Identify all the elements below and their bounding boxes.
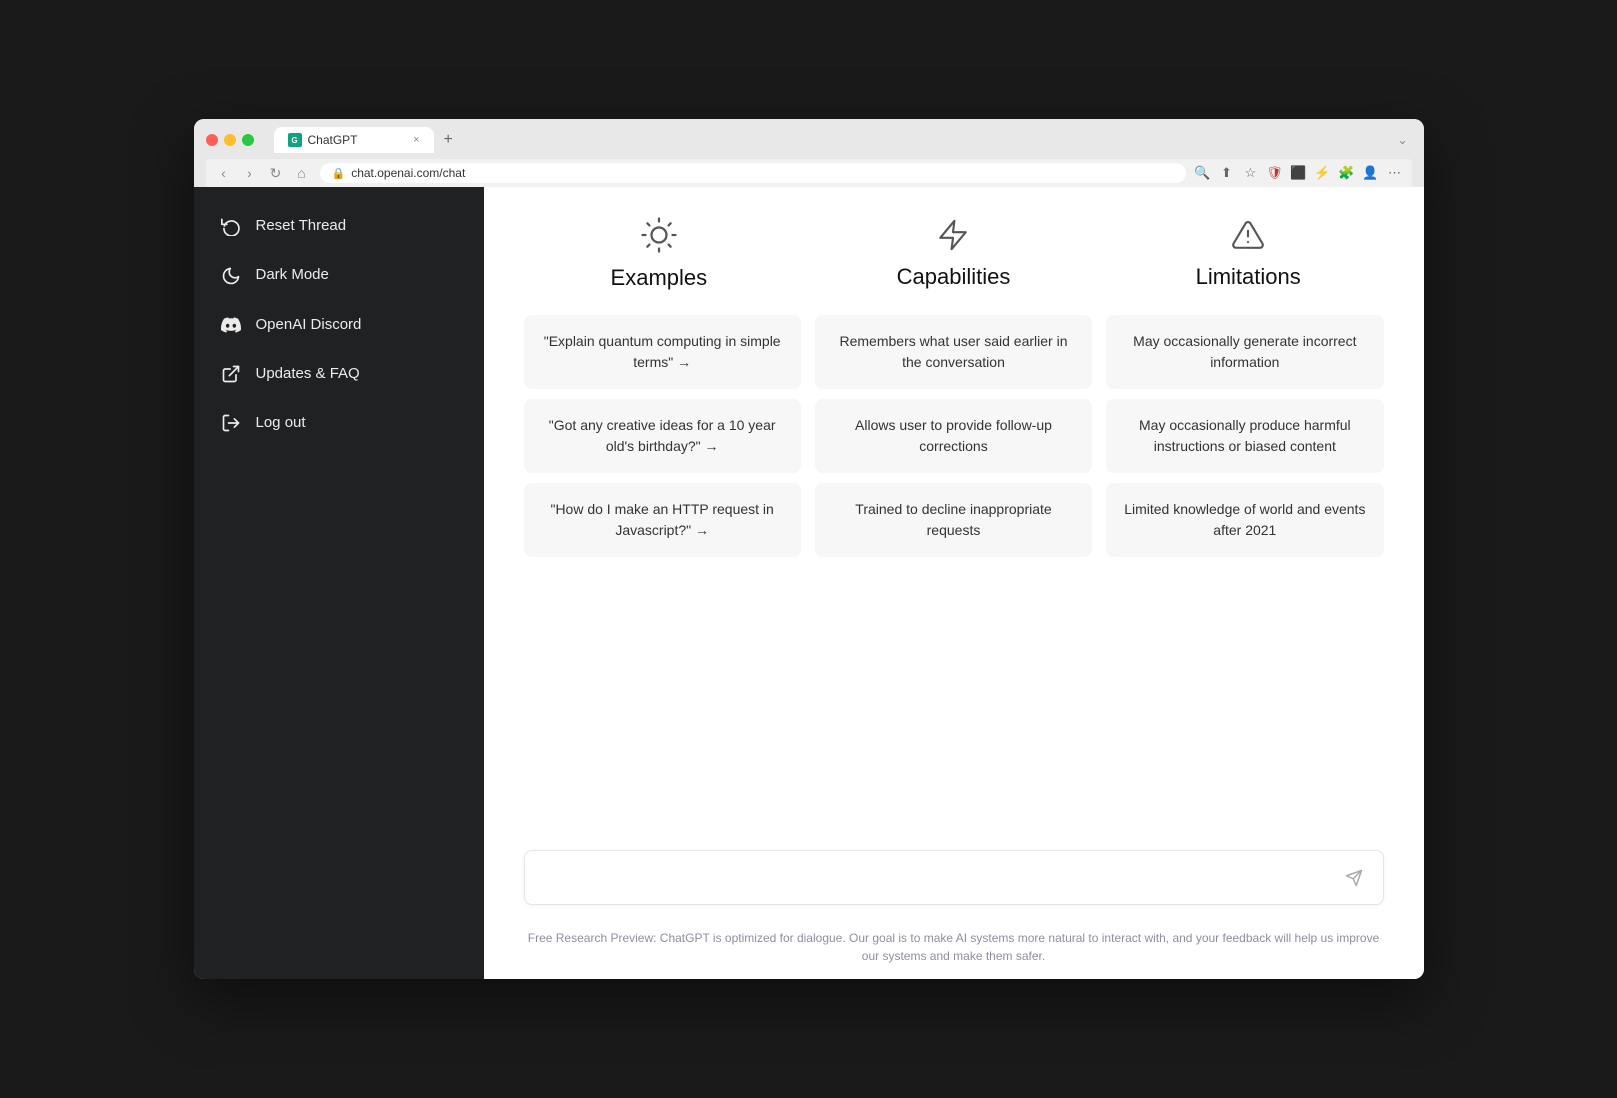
chat-input[interactable]	[541, 866, 1341, 890]
column-title-examples: Examples	[611, 265, 708, 291]
shield-icon[interactable]: 🛡	[1266, 164, 1284, 182]
limitation-card-2: May occasionally produce harmful instruc…	[1106, 399, 1383, 473]
tab-bar: G ChatGPT × +	[274, 127, 461, 153]
examples-cards: "Explain quantum computing in simple ter…	[524, 315, 801, 557]
sun-icon	[641, 217, 677, 253]
example-card-3[interactable]: "How do I make an HTTP request in Javasc…	[524, 483, 801, 557]
new-tab-button[interactable]: +	[436, 127, 461, 153]
sidebar-item-label-discord: OpenAI Discord	[256, 316, 362, 333]
sidebar-item-label-dark-mode: Dark Mode	[256, 266, 329, 283]
browser-titlebar: G ChatGPT × + ⌄	[206, 127, 1412, 153]
send-button[interactable]	[1341, 863, 1367, 892]
sidebar-item-log-out[interactable]: Log out	[206, 400, 472, 445]
address-bar[interactable]: 🔒 chat.openai.com/chat	[320, 163, 1186, 183]
input-wrapper	[524, 850, 1384, 905]
sidebar-item-discord[interactable]: OpenAI Discord	[206, 302, 472, 347]
sidebar-item-reset-thread[interactable]: Reset Thread	[206, 203, 472, 248]
column-header-examples: Examples	[524, 217, 795, 291]
person-icon[interactable]: 👤	[1362, 164, 1380, 182]
search-icon[interactable]: 🔍	[1194, 164, 1212, 182]
app-container: Reset Thread Dark Mode OpenAI Discord	[194, 187, 1424, 979]
browser-addressbar: ‹ › ↻ ⌂ 🔒 chat.openai.com/chat 🔍 ⬆ ☆ 🛡 ⬛…	[206, 159, 1412, 187]
toolbar-right: 🔍 ⬆ ☆ 🛡 ⬛ ⚡ 🧩 👤 ⋯	[1194, 164, 1404, 182]
capability-card-2: Allows user to provide follow-up correct…	[815, 399, 1092, 473]
logout-icon	[220, 412, 242, 433]
traffic-lights	[206, 134, 254, 146]
maximize-window-button[interactable]	[242, 134, 254, 146]
lightning-icon	[936, 217, 970, 252]
sidebar-item-label-updates-faq: Updates & FAQ	[256, 365, 360, 382]
sidebar: Reset Thread Dark Mode OpenAI Discord	[194, 187, 484, 979]
columns-header: Examples Capabilities	[524, 217, 1384, 291]
example-card-2[interactable]: "Got any creative ideas for a 10 year ol…	[524, 399, 801, 473]
column-header-capabilities: Capabilities	[818, 217, 1089, 291]
browser-chrome: G ChatGPT × + ⌄ ‹ › ↻ ⌂ 🔒 chat.openai.co…	[194, 119, 1424, 187]
footer-text: Free Research Preview: ChatGPT is optimi…	[484, 921, 1424, 979]
url-text: chat.openai.com/chat	[351, 166, 465, 180]
footer-content: Free Research Preview: ChatGPT is optimi…	[528, 931, 1380, 963]
capability-card-3: Trained to decline inappropriate request…	[815, 483, 1092, 557]
browser-window: G ChatGPT × + ⌄ ‹ › ↻ ⌂ 🔒 chat.openai.co…	[194, 119, 1424, 979]
back-button[interactable]: ‹	[214, 165, 234, 181]
warning-icon	[1231, 217, 1265, 252]
bookmark-icon[interactable]: ☆	[1242, 164, 1260, 182]
forward-button[interactable]: ›	[240, 165, 260, 181]
input-area	[484, 834, 1424, 921]
window-controls-right: ⌄	[1397, 133, 1411, 147]
chat-area: Examples Capabilities	[484, 187, 1424, 834]
column-title-limitations: Limitations	[1196, 264, 1301, 290]
minimize-window-button[interactable]	[224, 134, 236, 146]
column-title-capabilities: Capabilities	[897, 264, 1011, 290]
sidebar-item-updates-faq[interactable]: Updates & FAQ	[206, 351, 472, 396]
sidebar-item-label-reset-thread: Reset Thread	[256, 217, 347, 234]
limitation-card-1: May occasionally generate incorrect info…	[1106, 315, 1383, 389]
tab-title: ChatGPT	[308, 133, 358, 147]
capabilities-cards: Remembers what user said earlier in the …	[815, 315, 1092, 557]
reload-button[interactable]: ↻	[266, 165, 286, 182]
nav-controls: ‹ › ↻ ⌂	[214, 165, 312, 182]
extensions-icon[interactable]: ⬛	[1290, 164, 1308, 182]
limitation-card-3: Limited knowledge of world and events af…	[1106, 483, 1383, 557]
discord-icon	[220, 314, 242, 335]
reset-icon	[220, 215, 242, 236]
lock-icon: 🔒	[332, 167, 346, 180]
column-header-limitations: Limitations	[1113, 217, 1384, 291]
capability-card-1: Remembers what user said earlier in the …	[815, 315, 1092, 389]
main-content: Examples Capabilities	[484, 187, 1424, 979]
sidebar-item-dark-mode[interactable]: Dark Mode	[206, 252, 472, 297]
lightning-toolbar-icon[interactable]: ⚡	[1314, 164, 1332, 182]
tab-close-button[interactable]: ×	[413, 134, 419, 146]
columns-content: "Explain quantum computing in simple ter…	[524, 315, 1384, 557]
share-icon[interactable]: ⬆	[1218, 164, 1236, 182]
external-link-icon	[220, 363, 242, 384]
moon-icon	[220, 264, 242, 285]
tab-favicon: G	[288, 133, 302, 147]
active-tab[interactable]: G ChatGPT ×	[274, 127, 434, 153]
puzzle-icon[interactable]: 🧩	[1338, 164, 1356, 182]
close-window-button[interactable]	[206, 134, 218, 146]
sidebar-item-label-log-out: Log out	[256, 414, 306, 431]
limitations-cards: May occasionally generate incorrect info…	[1106, 315, 1383, 557]
home-button[interactable]: ⌂	[292, 165, 312, 181]
more-icon[interactable]: ⋯	[1386, 164, 1404, 182]
example-card-1[interactable]: "Explain quantum computing in simple ter…	[524, 315, 801, 389]
